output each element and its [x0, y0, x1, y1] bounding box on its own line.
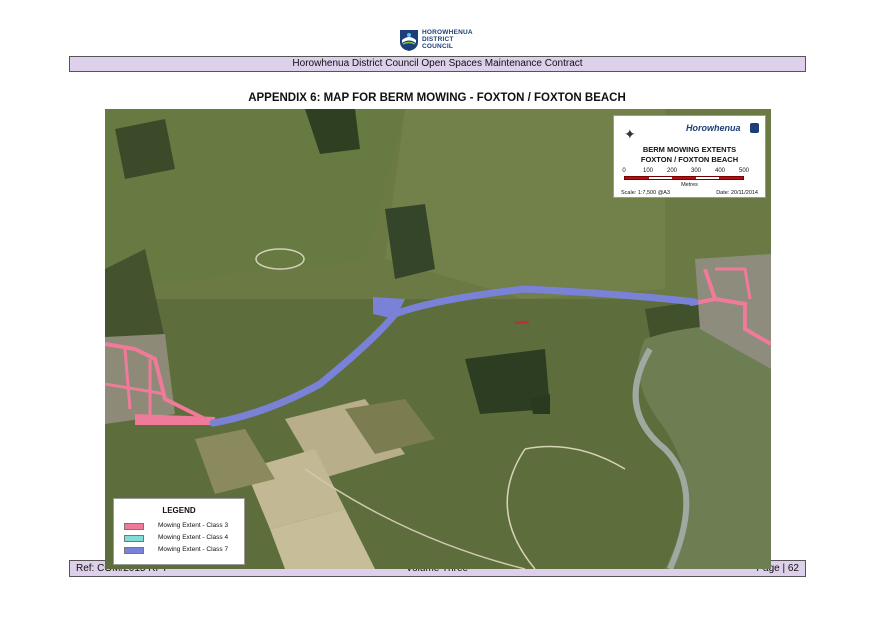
contract-banner: Horowhenua District Council Open Spaces …	[69, 56, 806, 72]
scale-units: Metres	[681, 182, 698, 188]
north-arrow-icon: ✦	[624, 126, 636, 142]
appendix-title: APPENDIX 6: MAP FOR BERM MOWING - FOXTON…	[248, 92, 626, 104]
legend-label: Mowing Extent - Class 3	[158, 522, 229, 529]
scale-tick: 200	[666, 168, 678, 174]
scale-bar-segment	[672, 177, 696, 179]
map-brand: Horowhenua	[686, 123, 741, 133]
legend-swatch	[124, 535, 144, 542]
scale-tick: 100	[642, 168, 654, 174]
legend-label: Mowing Extent - Class 7	[158, 546, 229, 553]
scale-bar-segment	[625, 177, 649, 179]
scale-bar-segment	[719, 177, 743, 179]
map-legend: LEGEND Mowing Extent - Class 3 Mowing Ex…	[113, 498, 245, 565]
brand-logo-icon	[750, 123, 759, 133]
scale-ratio: Scale: 1:7,500 @A3	[621, 190, 671, 196]
scale-tick: 500	[738, 168, 750, 174]
scale-tick: 0	[622, 168, 626, 174]
logo-line-3: COUNCIL	[422, 43, 454, 50]
legend-swatch	[124, 547, 144, 554]
map-marker	[515, 321, 529, 324]
logo-line-2: DISTRICT	[422, 36, 454, 43]
scale-bar-segment	[695, 177, 720, 179]
logo-line-1: HOROWHENUA	[422, 29, 473, 36]
legend-label: Mowing Extent - Class 4	[158, 534, 229, 541]
scale-tick: 300	[690, 168, 702, 174]
map-title-line-1: BERM MOWING EXTENTS	[642, 145, 737, 154]
council-logo-text: HOROWHENUA DISTRICT COUNCIL	[422, 29, 473, 50]
scale-bar	[624, 176, 744, 180]
council-logo-icon	[400, 30, 418, 51]
map-date: Date: 20/11/2014	[716, 190, 758, 196]
scale-tick: 400	[714, 168, 726, 174]
map-title-box: ✦ Horowhenua BERM MOWING EXTENTS FOXTON …	[613, 115, 766, 198]
aerial-map: ✦ Horowhenua BERM MOWING EXTENTS FOXTON …	[105, 109, 771, 569]
map-title-line-2: FOXTON / FOXTON BEACH	[640, 155, 739, 164]
legend-title: LEGEND	[162, 506, 196, 515]
council-logo: HOROWHENUA DISTRICT COUNCIL	[398, 28, 488, 52]
legend-swatch	[124, 523, 144, 530]
scale-bar-segment	[648, 177, 673, 179]
contract-banner-text: Horowhenua District Council Open Spaces …	[292, 58, 583, 69]
